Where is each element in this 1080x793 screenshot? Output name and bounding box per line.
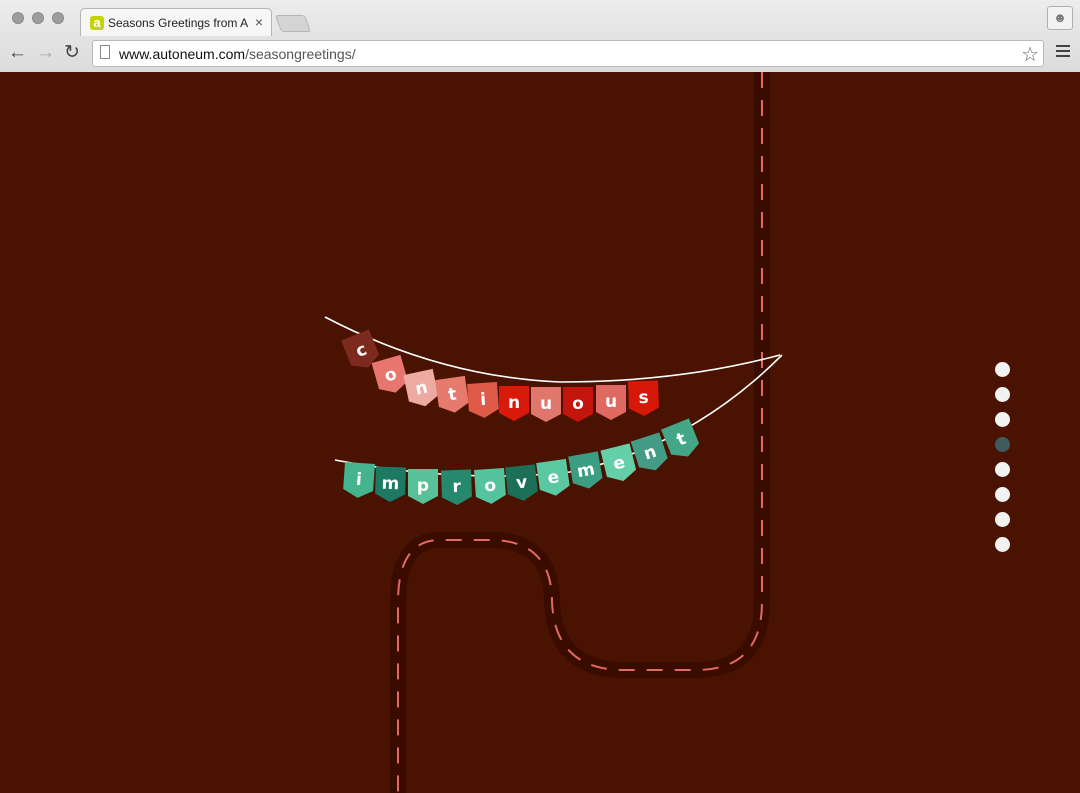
flag-banner_bottom-6: e	[536, 458, 570, 496]
flag-letter: o	[572, 394, 584, 414]
forward-icon[interactable]: →	[36, 43, 55, 63]
flag-banner_bottom-9: n	[630, 432, 668, 471]
flag-banner_top-3: t	[435, 375, 469, 413]
page-icon	[100, 45, 110, 59]
flag-banner_bottom-5: v	[505, 464, 538, 501]
close-window-icon[interactable]	[12, 12, 24, 24]
banner-improvement: i m p r o v e m e nt	[343, 418, 700, 505]
back-icon[interactable]: ←	[8, 43, 27, 63]
flag-banner_bottom-4: o	[474, 467, 506, 504]
tab-title: Seasons Greetings from Autoneum	[108, 16, 248, 30]
flag-letter: v	[515, 472, 528, 493]
flag-banner_top-6: u	[531, 387, 561, 422]
pagination-dot-8[interactable]	[995, 537, 1010, 552]
reload-icon[interactable]: ↻	[64, 43, 80, 63]
flag-letter: o	[484, 476, 497, 497]
flag-banner_top-4: i	[467, 381, 499, 418]
profile-icon[interactable]: ☻	[1047, 6, 1073, 30]
pagination-dot-6[interactable]	[995, 487, 1010, 502]
flag-banner_bottom-8: e	[600, 443, 637, 481]
flag-banner_bottom-3: r	[441, 469, 472, 505]
flag-letter: p	[417, 476, 429, 496]
flag-banner_top-5: n	[499, 386, 529, 421]
url-path: /seasongreetings/	[245, 46, 356, 62]
flag-letter: s	[638, 388, 649, 408]
flag-banner_top-8: u	[596, 385, 626, 420]
bookmark-star-icon[interactable]: ☆	[1021, 42, 1039, 67]
flag-letter: m	[381, 474, 399, 495]
flag-letter: u	[540, 394, 552, 414]
flag-letter: m	[575, 459, 596, 482]
flag-banner_bottom-2: p	[408, 469, 438, 504]
address-bar[interactable]: www.autoneum.com/seasongreetings/ ☆	[92, 40, 1044, 67]
road	[390, 72, 770, 793]
chrome-menu-icon[interactable]	[1056, 45, 1070, 60]
flag-banner_top-9: s	[628, 380, 659, 416]
flag-banner_bottom-10: t	[661, 418, 700, 457]
autoneum-favicon-icon: a	[90, 16, 104, 30]
flag-banner_bottom-7: m	[568, 451, 603, 489]
flag-banner_bottom-1: m	[375, 466, 406, 502]
flag-letter: r	[452, 477, 462, 497]
pagination-dot-7[interactable]	[995, 512, 1010, 527]
url-text[interactable]: www.autoneum.com/seasongreetings/	[119, 46, 356, 62]
url-host: www.autoneum.com	[119, 46, 246, 62]
flag-banner_bottom-0: i	[343, 461, 375, 498]
new-tab-button[interactable]	[274, 15, 312, 32]
flag-letter: n	[508, 393, 520, 413]
flag-banner_top-2: n	[403, 368, 439, 407]
flag-banner_top-7: o	[563, 387, 593, 422]
pagination-dot-1[interactable]	[995, 362, 1010, 377]
minimize-window-icon[interactable]	[32, 12, 44, 24]
tab-close-icon[interactable]: ×	[255, 14, 263, 30]
scene: con t i n u o u s i m p r o v e m e nt	[324, 72, 783, 793]
page-content: continuous improvement	[0, 72, 1080, 793]
pagination-dot-3[interactable]	[995, 412, 1010, 427]
pagination-dot-2[interactable]	[995, 387, 1010, 402]
pagination-dot-4[interactable]	[995, 437, 1010, 452]
tab-seasons-greetings[interactable]: a Seasons Greetings from Autoneum ×	[80, 8, 272, 36]
browser-chrome: a Seasons Greetings from Autoneum × ☻ ← …	[0, 0, 1080, 73]
section-pagination	[995, 362, 1010, 562]
flag-letter: u	[605, 392, 617, 412]
pagination-dot-5[interactable]	[995, 462, 1010, 477]
zoom-window-icon[interactable]	[52, 12, 64, 24]
